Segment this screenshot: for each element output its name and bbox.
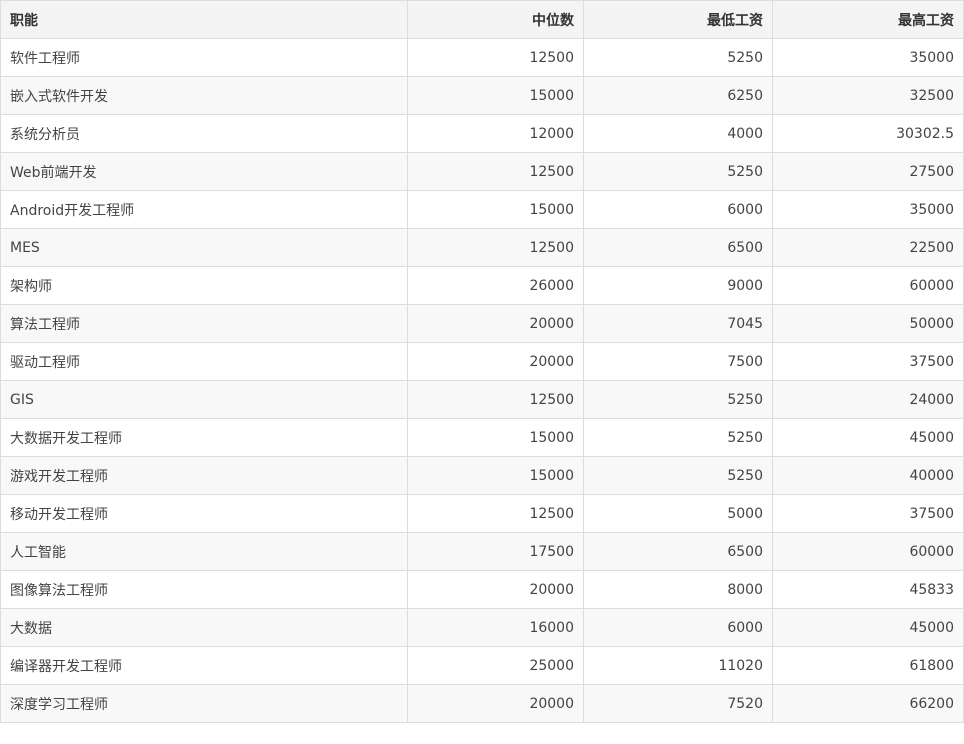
cell-median: 17500	[407, 532, 584, 571]
cell-min-salary: 7520	[583, 684, 773, 723]
table-row: 系统分析员 12000 4000 30302.5	[0, 114, 964, 153]
cell-max-salary: 60000	[772, 266, 964, 305]
cell-median: 26000	[407, 266, 584, 305]
cell-min-salary: 5250	[583, 380, 773, 419]
table-row: 算法工程师 20000 7045 50000	[0, 304, 964, 343]
cell-role: Android开发工程师	[0, 190, 408, 229]
cell-max-salary: 45000	[772, 418, 964, 457]
cell-min-salary: 6500	[583, 228, 773, 267]
cell-max-salary: 32500	[772, 76, 964, 115]
cell-role: 深度学习工程师	[0, 684, 408, 723]
cell-max-salary: 35000	[772, 38, 964, 77]
cell-max-salary: 30302.5	[772, 114, 964, 153]
cell-median: 16000	[407, 608, 584, 647]
cell-max-salary: 40000	[772, 456, 964, 495]
table-row: 软件工程师 12500 5250 35000	[0, 38, 964, 77]
table-header: 职能 中位数 最低工资 最高工资	[0, 0, 964, 39]
cell-max-salary: 35000	[772, 190, 964, 229]
cell-min-salary: 5250	[583, 456, 773, 495]
cell-min-salary: 6250	[583, 76, 773, 115]
cell-median: 25000	[407, 646, 584, 685]
cell-median: 12500	[407, 152, 584, 191]
cell-role: GIS	[0, 380, 408, 419]
cell-max-salary: 22500	[772, 228, 964, 267]
cell-role: MES	[0, 228, 408, 267]
cell-min-salary: 4000	[583, 114, 773, 153]
cell-role: 图像算法工程师	[0, 570, 408, 609]
header-max-salary: 最高工资	[772, 0, 964, 39]
cell-role: 嵌入式软件开发	[0, 76, 408, 115]
cell-min-salary: 9000	[583, 266, 773, 305]
header-median: 中位数	[407, 0, 584, 39]
cell-role: 移动开发工程师	[0, 494, 408, 533]
cell-max-salary: 66200	[772, 684, 964, 723]
header-role: 职能	[0, 0, 408, 39]
header-min-salary: 最低工资	[583, 0, 773, 39]
cell-role: 大数据开发工程师	[0, 418, 408, 457]
cell-min-salary: 7045	[583, 304, 773, 343]
table-body: 软件工程师 12500 5250 35000 嵌入式软件开发 15000 6250 32500…	[0, 38, 964, 723]
cell-median: 12500	[407, 38, 584, 77]
cell-median: 12500	[407, 228, 584, 267]
cell-median: 15000	[407, 418, 584, 457]
table-row: 嵌入式软件开发 15000 6250 32500	[0, 76, 964, 115]
cell-median: 20000	[407, 684, 584, 723]
table-row: 移动开发工程师 12500 5000 37500	[0, 494, 964, 533]
salary-table: 职能 中位数 最低工资 最高工资 软件工程师 12500 5250 35000 嵌入式软…	[0, 0, 964, 723]
cell-min-salary: 5000	[583, 494, 773, 533]
cell-min-salary: 11020	[583, 646, 773, 685]
table-row: 图像算法工程师 20000 8000 45833	[0, 570, 964, 609]
header-row: 职能 中位数 最低工资 最高工资	[0, 0, 964, 39]
table-row: 驱动工程师 20000 7500 37500	[0, 342, 964, 381]
cell-median: 20000	[407, 304, 584, 343]
cell-min-salary: 6000	[583, 190, 773, 229]
table-row: MES 12500 6500 22500	[0, 228, 964, 267]
cell-role: 编译器开发工程师	[0, 646, 408, 685]
cell-min-salary: 6500	[583, 532, 773, 571]
table-row: 架构师 26000 9000 60000	[0, 266, 964, 305]
cell-min-salary: 5250	[583, 418, 773, 457]
cell-median: 20000	[407, 342, 584, 381]
table-row: GIS 12500 5250 24000	[0, 380, 964, 419]
table-row: 大数据开发工程师 15000 5250 45000	[0, 418, 964, 457]
table-row: 深度学习工程师 20000 7520 66200	[0, 684, 964, 723]
cell-role: 算法工程师	[0, 304, 408, 343]
table-row: Web前端开发 12500 5250 27500	[0, 152, 964, 191]
cell-role: 驱动工程师	[0, 342, 408, 381]
cell-max-salary: 27500	[772, 152, 964, 191]
cell-median: 15000	[407, 190, 584, 229]
cell-max-salary: 50000	[772, 304, 964, 343]
table-row: Android开发工程师 15000 6000 35000	[0, 190, 964, 229]
table-row: 游戏开发工程师 15000 5250 40000	[0, 456, 964, 495]
cell-max-salary: 24000	[772, 380, 964, 419]
cell-median: 12000	[407, 114, 584, 153]
cell-role: 人工智能	[0, 532, 408, 571]
table-row: 人工智能 17500 6500 60000	[0, 532, 964, 571]
cell-min-salary: 5250	[583, 152, 773, 191]
cell-role: 架构师	[0, 266, 408, 305]
cell-median: 20000	[407, 570, 584, 609]
cell-role: 软件工程师	[0, 38, 408, 77]
cell-role: Web前端开发	[0, 152, 408, 191]
cell-median: 15000	[407, 76, 584, 115]
table-row: 编译器开发工程师 25000 11020 61800	[0, 646, 964, 685]
table-row: 大数据 16000 6000 45000	[0, 608, 964, 647]
cell-median: 15000	[407, 456, 584, 495]
cell-role: 大数据	[0, 608, 408, 647]
cell-role: 游戏开发工程师	[0, 456, 408, 495]
cell-max-salary: 45000	[772, 608, 964, 647]
cell-min-salary: 7500	[583, 342, 773, 381]
cell-max-salary: 37500	[772, 342, 964, 381]
cell-role: 系统分析员	[0, 114, 408, 153]
cell-max-salary: 60000	[772, 532, 964, 571]
cell-min-salary: 5250	[583, 38, 773, 77]
cell-max-salary: 61800	[772, 646, 964, 685]
cell-min-salary: 8000	[583, 570, 773, 609]
salary-table-container: 职能 中位数 最低工资 最高工资 软件工程师 12500 5250 35000 嵌入式软…	[0, 0, 964, 744]
cell-median: 12500	[407, 494, 584, 533]
cell-min-salary: 6000	[583, 608, 773, 647]
cell-max-salary: 37500	[772, 494, 964, 533]
cell-median: 12500	[407, 380, 584, 419]
cell-max-salary: 45833	[772, 570, 964, 609]
